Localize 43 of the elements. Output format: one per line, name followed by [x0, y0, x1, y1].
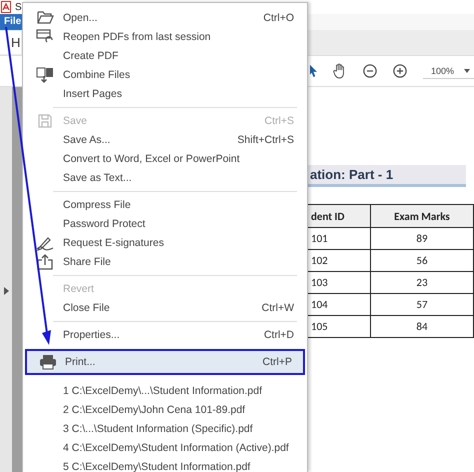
reopen-icon — [36, 29, 54, 44]
menu-item[interactable]: Print... Ctrl+P — [25, 349, 305, 375]
menu-item[interactable]: Combine Files — [23, 65, 307, 84]
menu-item[interactable]: Password Protect — [23, 214, 307, 233]
menu-item[interactable]: 4 C:\ExcelDemy\Student Information (Active).pdf — [23, 438, 307, 457]
table-cell: 23 — [370, 272, 474, 294]
menu-item[interactable]: 1 C:\ExcelDemy\...\Student Information.pdf — [23, 381, 307, 400]
printer-icon — [39, 354, 57, 370]
menu-item[interactable]: 2 C:\ExcelDemy\John Cena 101-89.pdf — [23, 400, 307, 419]
expand-icon[interactable] — [4, 287, 9, 295]
section-heading: ation: Part - 1 — [308, 165, 466, 187]
menu-item[interactable]: 3 C:\...\Student Information (Specific).pdf — [23, 419, 307, 438]
folder-icon — [36, 11, 54, 24]
zoom-in-icon[interactable] — [392, 63, 407, 79]
column-header: Exam Marks — [370, 204, 474, 228]
menu-item[interactable]: Properties... Ctrl+D — [23, 325, 307, 344]
menu-item[interactable]: Create PDF — [23, 46, 307, 65]
table-cell: 89 — [370, 228, 474, 250]
menu-item[interactable]: Close File Ctrl+W — [23, 298, 307, 317]
pen-icon — [36, 234, 54, 250]
menu-item[interactable]: Save As... Shift+Ctrl+S — [23, 130, 307, 149]
table-cell: 56 — [370, 250, 474, 272]
window-title: S — [15, 2, 22, 12]
menu-item[interactable]: Compress File — [23, 195, 307, 214]
table-cell: 84 — [370, 316, 474, 338]
combine-icon — [36, 66, 54, 82]
menu-item[interactable]: Request E-signatures — [23, 233, 307, 252]
menu-item[interactable]: Open... Ctrl+O — [23, 8, 307, 27]
tab[interactable]: H — [0, 31, 22, 54]
cursor-icon[interactable] — [310, 64, 317, 78]
table-cell: 57 — [370, 294, 474, 316]
save-icon — [38, 114, 52, 128]
menu-item[interactable]: Save as Text... — [23, 168, 307, 187]
menu-item[interactable]: Share File — [23, 252, 307, 271]
zoom-dropdown[interactable]: 100% — [422, 64, 474, 78]
menu-item[interactable]: Reopen PDFs from last session — [23, 27, 307, 46]
menu-item[interactable]: 5 C:\ExcelDemy\Student Information.pdf — [23, 457, 307, 472]
menu-item[interactable]: Insert Pages — [23, 84, 307, 103]
hand-icon[interactable] — [333, 62, 347, 80]
menu-item[interactable]: Convert to Word, Excel or PowerPoint — [23, 149, 307, 168]
caret-icon — [464, 68, 470, 72]
share-icon — [37, 254, 53, 270]
zoom-out-icon[interactable] — [362, 63, 377, 79]
